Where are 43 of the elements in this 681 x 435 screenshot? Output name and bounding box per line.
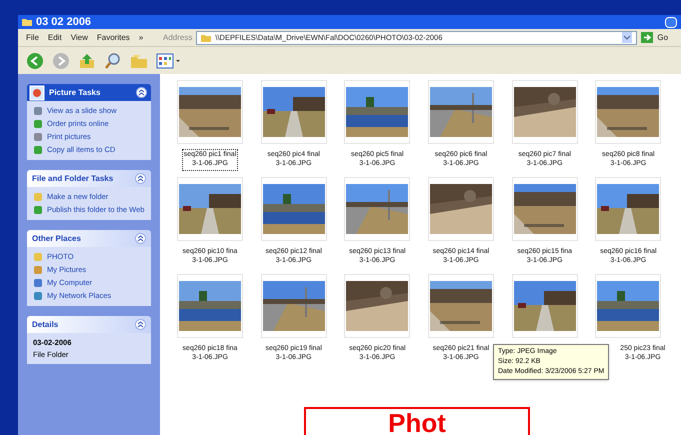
thumbnail-frame[interactable]	[512, 177, 578, 241]
thumbnail-frame[interactable]	[512, 274, 578, 338]
thumbnail-frame[interactable]	[595, 177, 662, 241]
thumbnail-frame[interactable]	[344, 80, 410, 144]
panel-title: File and Folder Tasks	[32, 172, 114, 184]
thumbnail-frame[interactable]	[512, 80, 578, 144]
panel-title: Picture Tasks	[49, 86, 102, 98]
thumbnail-frame[interactable]	[344, 177, 410, 241]
up-folder-icon[interactable]	[78, 52, 96, 70]
thumbnail-frame[interactable]	[177, 274, 243, 338]
go-button[interactable]: Go	[641, 32, 668, 44]
menu-item[interactable]: Edit	[48, 32, 62, 44]
thumbnail-frame[interactable]	[177, 80, 243, 144]
dropdown-icon[interactable]	[622, 32, 632, 43]
collapse-icon[interactable]	[135, 233, 146, 244]
thumbnail-frame[interactable]	[595, 274, 662, 338]
views-icon[interactable]	[156, 52, 182, 70]
panel-title: Details	[32, 318, 58, 330]
menu-item[interactable]: Favorites	[96, 32, 130, 44]
collapse-icon[interactable]	[136, 87, 147, 98]
thumbnail-frame[interactable]	[177, 177, 243, 241]
thumbnail-frame[interactable]	[344, 274, 410, 338]
thumbnail-frame[interactable]	[428, 177, 494, 241]
minimize-button[interactable]	[665, 16, 677, 28]
folder-icon	[22, 18, 32, 26]
panel-title: Other Places	[32, 232, 81, 244]
collapse-icon[interactable]	[135, 319, 146, 330]
back-icon[interactable]	[26, 52, 44, 70]
thumbnail-frame[interactable]	[595, 80, 662, 144]
thumbnail-frame[interactable]	[428, 80, 494, 144]
collapse-icon[interactable]	[135, 173, 146, 184]
thumbnail-frame[interactable]	[428, 274, 494, 338]
search-icon[interactable]	[104, 52, 122, 70]
menu-item[interactable]: »	[138, 32, 144, 44]
window-title: 03 02 2006	[36, 16, 92, 28]
thumbnail-frame[interactable]	[260, 80, 327, 144]
menu-item[interactable]: View	[70, 32, 88, 44]
thumbnail-frame[interactable]	[260, 274, 327, 338]
address-label: Address	[163, 32, 192, 44]
folder-icon	[201, 34, 212, 42]
menu-item[interactable]: File	[26, 32, 39, 44]
thumbnail-frame[interactable]	[260, 177, 327, 241]
callout-text: Phot	[388, 409, 446, 435]
